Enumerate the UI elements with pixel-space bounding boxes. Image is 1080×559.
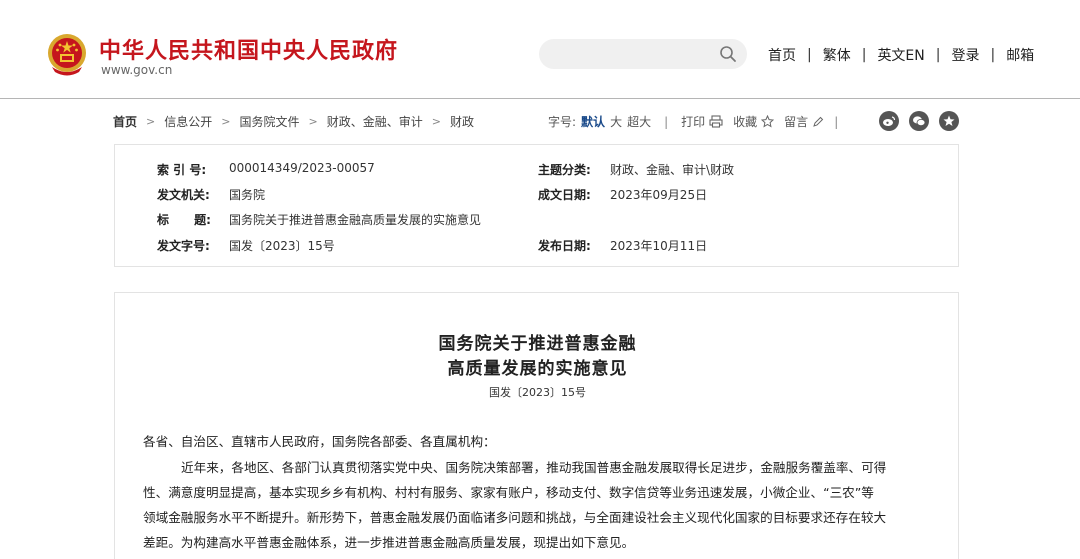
tools-separator: | (664, 114, 669, 129)
document-title-line-2: 高质量发展的实施意见 (447, 359, 628, 379)
info-row-index: 索 引 号: 000014349/2023-00057 (157, 161, 375, 178)
info-row-published-date: 发布日期: 2023年10月11日 (538, 237, 707, 254)
index-label: 索 引 号: (157, 163, 207, 177)
breadcrumb-home[interactable]: 首页 (113, 113, 137, 130)
info-row-doc-number: 发文字号: 国发〔2023〕15号 (157, 237, 335, 254)
site-title[interactable]: 中华人民共和国中央人民政府 (99, 33, 398, 65)
search-icon[interactable] (719, 45, 737, 63)
salutation: 各省、自治区、直辖市人民政府，国务院各部委、各直属机构： (143, 434, 496, 449)
star-icon[interactable] (761, 115, 775, 128)
nav-separator: | (935, 47, 941, 63)
issuer-value: 国务院 (229, 188, 266, 202)
social-share (879, 111, 959, 131)
breadcrumb-state-council-docs[interactable]: 国务院文件 (239, 113, 299, 130)
info-row-written-date: 成文日期: 2023年09月25日 (538, 186, 707, 203)
breadcrumb-separator: > (431, 115, 441, 128)
nav-traditional[interactable]: 繁体 (823, 45, 851, 65)
font-size-xlarge[interactable]: 超大 (627, 113, 651, 130)
national-emblem-icon[interactable] (46, 33, 88, 77)
breadcrumb-finance[interactable]: 财政 (450, 113, 474, 130)
breadcrumb-finance-audit[interactable]: 财政、金融、审计 (327, 113, 423, 130)
font-size-default[interactable]: 默认 (581, 113, 605, 130)
search-input[interactable] (553, 44, 713, 64)
nav-english[interactable]: 英文EN (877, 45, 924, 65)
index-value: 000014349/2023-00057 (229, 161, 375, 175)
doc-number-value: 国发〔2023〕15号 (229, 239, 335, 253)
favorite-link[interactable]: 收藏 (733, 113, 757, 130)
nav-home[interactable]: 首页 (768, 45, 796, 65)
pencil-icon[interactable] (812, 116, 824, 128)
doc-number-label: 发文字号: (157, 239, 210, 253)
site-url[interactable]: www.gov.cn (101, 63, 172, 77)
document-info-table: 索 引 号: 000014349/2023-00057 主题分类: 财政、金融、… (114, 144, 959, 267)
body-line-4: 差距。为构建高水平普惠金融体系，进一步推进普惠金融高质量发展，现提出如下意见。 (143, 535, 635, 550)
breadcrumb-info-public[interactable]: 信息公开 (164, 113, 212, 130)
info-row-topic: 主题分类: 财政、金融、审计\财政 (538, 161, 734, 178)
written-date-value: 2023年09月25日 (610, 188, 708, 202)
printer-icon[interactable] (709, 115, 723, 128)
font-size-label: 字号: (548, 115, 577, 129)
nav-mail[interactable]: 邮箱 (1006, 45, 1034, 65)
published-date-label: 发布日期: (538, 239, 591, 253)
title-label: 标 题: (157, 213, 211, 227)
body-line-2: 性、满意度明显提高，基本实现乡乡有机构、村村有服务、家家有账户，移动支付、数字信… (143, 485, 874, 500)
breadcrumb: 首页 > 信息公开 > 国务院文件 > 财政、金融、审计 > 财政 (113, 113, 474, 130)
weibo-icon[interactable] (879, 111, 899, 131)
document-number: 国发〔2023〕15号 (489, 386, 586, 399)
app-icon[interactable] (939, 111, 959, 131)
info-row-issuer: 发文机关: 国务院 (157, 186, 265, 203)
published-date-value: 2023年10月11日 (610, 239, 708, 253)
nav-separator: | (861, 47, 867, 63)
body-line-1: 近年来，各地区、各部门认真贯彻落实党中央、国务院决策部署，推动我国普惠金融发展取… (181, 460, 887, 475)
body-line-3: 领域金融服务水平不断提升。新形势下，普惠金融发展仍面临诸多问题和挑战，与全面建设… (143, 510, 887, 525)
issuer-label: 发文机关: (157, 188, 210, 202)
written-date-label: 成文日期: (538, 188, 591, 202)
breadcrumb-separator: > (308, 115, 318, 128)
font-size-large[interactable]: 大 (610, 113, 622, 130)
nav-login[interactable]: 登录 (951, 45, 979, 65)
search-box[interactable] (539, 39, 747, 69)
site-header: 中华人民共和国中央人民政府 www.gov.cn 首页 | 繁体 | 英文EN … (0, 0, 1080, 99)
title-value: 国务院关于推进普惠金融高质量发展的实施意见 (229, 213, 482, 227)
breadcrumb-separator: > (146, 115, 156, 128)
print-link[interactable]: 打印 (681, 113, 705, 130)
nav-separator: | (990, 47, 996, 63)
topic-label: 主题分类: (538, 163, 591, 177)
page-tools: 字号: 默认 大 超大 | 打印 收藏 留言 | (548, 113, 838, 130)
document-content: 国务院关于推进普惠金融 高质量发展的实施意见 国发〔2023〕15号 各省、自治… (114, 292, 959, 559)
breadcrumb-separator: > (221, 115, 231, 128)
top-nav: 首页 | 繁体 | 英文EN | 登录 | 邮箱 (768, 45, 1034, 65)
tools-separator: | (834, 114, 839, 129)
info-row-title: 标 题: 国务院关于推进普惠金融高质量发展的实施意见 (157, 211, 481, 228)
document-title-line-1: 国务院关于推进普惠金融 (438, 334, 637, 354)
wechat-icon[interactable] (909, 111, 929, 131)
topic-value: 财政、金融、审计\财政 (610, 163, 735, 177)
comment-link[interactable]: 留言 (784, 113, 808, 130)
nav-separator: | (807, 47, 812, 63)
